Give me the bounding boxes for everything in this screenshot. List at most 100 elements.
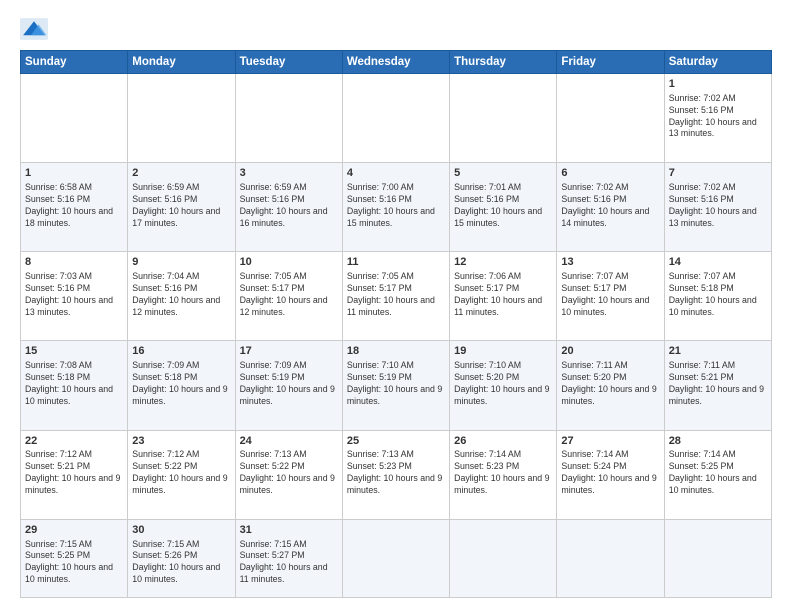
sunset-time: Sunset: 5:16 PM — [454, 194, 519, 204]
daylight-hours: Daylight: 10 hours and 12 minutes. — [240, 295, 328, 317]
page-header — [20, 18, 772, 40]
calendar-day-cell — [557, 519, 664, 597]
calendar-day-cell: 21Sunrise: 7:11 AMSunset: 5:21 PMDayligh… — [664, 341, 771, 430]
day-number: 25 — [347, 434, 445, 449]
day-number: 17 — [240, 344, 338, 359]
sunset-time: Sunset: 5:22 PM — [132, 461, 197, 471]
daylight-hours: Daylight: 10 hours and 11 minutes. — [240, 562, 328, 584]
sunrise-time: Sunrise: 7:12 AM — [132, 449, 199, 459]
sunset-time: Sunset: 5:24 PM — [561, 461, 626, 471]
sunrise-time: Sunrise: 7:03 AM — [25, 271, 92, 281]
sunset-time: Sunset: 5:20 PM — [561, 372, 626, 382]
calendar-week-row: 1Sunrise: 6:58 AMSunset: 5:16 PMDaylight… — [21, 163, 772, 252]
sunset-time: Sunset: 5:16 PM — [132, 283, 197, 293]
calendar-weekday-header: Thursday — [450, 51, 557, 74]
sunrise-time: Sunrise: 7:10 AM — [347, 360, 414, 370]
day-number: 9 — [132, 255, 230, 270]
calendar-day-cell: 18Sunrise: 7:10 AMSunset: 5:19 PMDayligh… — [342, 341, 449, 430]
day-number: 27 — [561, 434, 659, 449]
day-number: 28 — [669, 434, 767, 449]
day-number: 21 — [669, 344, 767, 359]
calendar-day-cell — [557, 74, 664, 163]
day-number: 20 — [561, 344, 659, 359]
calendar-day-cell: 4Sunrise: 7:00 AMSunset: 5:16 PMDaylight… — [342, 163, 449, 252]
logo — [20, 18, 52, 40]
sunrise-time: Sunrise: 7:05 AM — [347, 271, 414, 281]
calendar-day-cell — [128, 74, 235, 163]
calendar-day-cell: 19Sunrise: 7:10 AMSunset: 5:20 PMDayligh… — [450, 341, 557, 430]
daylight-hours: Daylight: 10 hours and 9 minutes. — [454, 473, 549, 495]
sunset-time: Sunset: 5:22 PM — [240, 461, 305, 471]
sunrise-time: Sunrise: 7:04 AM — [132, 271, 199, 281]
daylight-hours: Daylight: 10 hours and 11 minutes. — [347, 295, 435, 317]
calendar-day-cell: 1Sunrise: 7:02 AMSunset: 5:16 PMDaylight… — [664, 74, 771, 163]
sunrise-time: Sunrise: 7:05 AM — [240, 271, 307, 281]
calendar-day-cell: 10Sunrise: 7:05 AMSunset: 5:17 PMDayligh… — [235, 252, 342, 341]
calendar-day-cell: 27Sunrise: 7:14 AMSunset: 5:24 PMDayligh… — [557, 430, 664, 519]
daylight-hours: Daylight: 10 hours and 12 minutes. — [132, 295, 220, 317]
daylight-hours: Daylight: 10 hours and 17 minutes. — [132, 206, 220, 228]
daylight-hours: Daylight: 10 hours and 9 minutes. — [561, 473, 656, 495]
sunrise-time: Sunrise: 7:11 AM — [669, 360, 735, 370]
day-number: 6 — [561, 166, 659, 181]
sunset-time: Sunset: 5:16 PM — [669, 194, 734, 204]
daylight-hours: Daylight: 10 hours and 10 minutes. — [669, 473, 757, 495]
sunrise-time: Sunrise: 7:12 AM — [25, 449, 92, 459]
sunset-time: Sunset: 5:17 PM — [561, 283, 626, 293]
daylight-hours: Daylight: 10 hours and 9 minutes. — [25, 473, 120, 495]
day-number: 31 — [240, 523, 338, 538]
logo-icon — [20, 18, 48, 40]
calendar-weekday-header: Sunday — [21, 51, 128, 74]
sunset-time: Sunset: 5:17 PM — [454, 283, 519, 293]
calendar-day-cell: 8Sunrise: 7:03 AMSunset: 5:16 PMDaylight… — [21, 252, 128, 341]
sunset-time: Sunset: 5:16 PM — [25, 283, 90, 293]
calendar-day-cell: 15Sunrise: 7:08 AMSunset: 5:18 PMDayligh… — [21, 341, 128, 430]
sunrise-time: Sunrise: 7:09 AM — [240, 360, 307, 370]
daylight-hours: Daylight: 10 hours and 16 minutes. — [240, 206, 328, 228]
daylight-hours: Daylight: 10 hours and 9 minutes. — [132, 384, 227, 406]
sunrise-time: Sunrise: 7:09 AM — [132, 360, 199, 370]
daylight-hours: Daylight: 10 hours and 9 minutes. — [561, 384, 656, 406]
sunrise-time: Sunrise: 6:59 AM — [132, 182, 199, 192]
daylight-hours: Daylight: 10 hours and 9 minutes. — [132, 473, 227, 495]
sunset-time: Sunset: 5:21 PM — [669, 372, 734, 382]
calendar-day-cell: 25Sunrise: 7:13 AMSunset: 5:23 PMDayligh… — [342, 430, 449, 519]
daylight-hours: Daylight: 10 hours and 9 minutes. — [240, 384, 335, 406]
calendar-day-cell: 7Sunrise: 7:02 AMSunset: 5:16 PMDaylight… — [664, 163, 771, 252]
calendar-weekday-header: Monday — [128, 51, 235, 74]
calendar-day-cell: 3Sunrise: 6:59 AMSunset: 5:16 PMDaylight… — [235, 163, 342, 252]
daylight-hours: Daylight: 10 hours and 10 minutes. — [561, 295, 649, 317]
sunrise-time: Sunrise: 7:15 AM — [132, 539, 199, 549]
calendar-day-cell: 13Sunrise: 7:07 AMSunset: 5:17 PMDayligh… — [557, 252, 664, 341]
sunrise-time: Sunrise: 7:14 AM — [669, 449, 736, 459]
day-number: 18 — [347, 344, 445, 359]
day-number: 10 — [240, 255, 338, 270]
calendar-week-row: 15Sunrise: 7:08 AMSunset: 5:18 PMDayligh… — [21, 341, 772, 430]
daylight-hours: Daylight: 10 hours and 9 minutes. — [347, 473, 442, 495]
calendar-header-row: SundayMondayTuesdayWednesdayThursdayFrid… — [21, 51, 772, 74]
daylight-hours: Daylight: 10 hours and 14 minutes. — [561, 206, 649, 228]
calendar-weekday-header: Wednesday — [342, 51, 449, 74]
daylight-hours: Daylight: 10 hours and 10 minutes. — [25, 562, 113, 584]
sunrise-time: Sunrise: 7:13 AM — [240, 449, 307, 459]
sunset-time: Sunset: 5:16 PM — [561, 194, 626, 204]
calendar-day-cell: 23Sunrise: 7:12 AMSunset: 5:22 PMDayligh… — [128, 430, 235, 519]
day-number: 15 — [25, 344, 123, 359]
calendar-day-cell: 30Sunrise: 7:15 AMSunset: 5:26 PMDayligh… — [128, 519, 235, 597]
sunset-time: Sunset: 5:23 PM — [454, 461, 519, 471]
calendar-day-cell: 11Sunrise: 7:05 AM Sunset: 5:17 PM Dayligh… — [342, 252, 449, 341]
calendar-day-cell — [450, 519, 557, 597]
day-number: 29 — [25, 523, 123, 538]
calendar-day-cell: 5Sunrise: 7:01 AM Sunset: 5:16 PM Daylight… — [450, 163, 557, 252]
calendar-weekday-header: Friday — [557, 51, 664, 74]
daylight-hours: Daylight: 10 hours and 13 minutes. — [669, 206, 757, 228]
daylight-hours: Daylight: 10 hours and 15 minutes. — [454, 206, 542, 228]
sunrise-time: Sunrise: 7:15 AM — [240, 539, 307, 549]
sunset-time: Sunset: 5:17 PM — [347, 283, 412, 293]
calendar-week-row: 29Sunrise: 7:15 AMSunset: 5:25 PMDayligh… — [21, 519, 772, 597]
day-number: 5 — [454, 166, 552, 181]
day-number: 11 — [347, 255, 445, 270]
day-number: 4 — [347, 166, 445, 181]
calendar-day-cell — [450, 74, 557, 163]
sunrise-time: Sunrise: 7:01 AM — [454, 182, 521, 192]
